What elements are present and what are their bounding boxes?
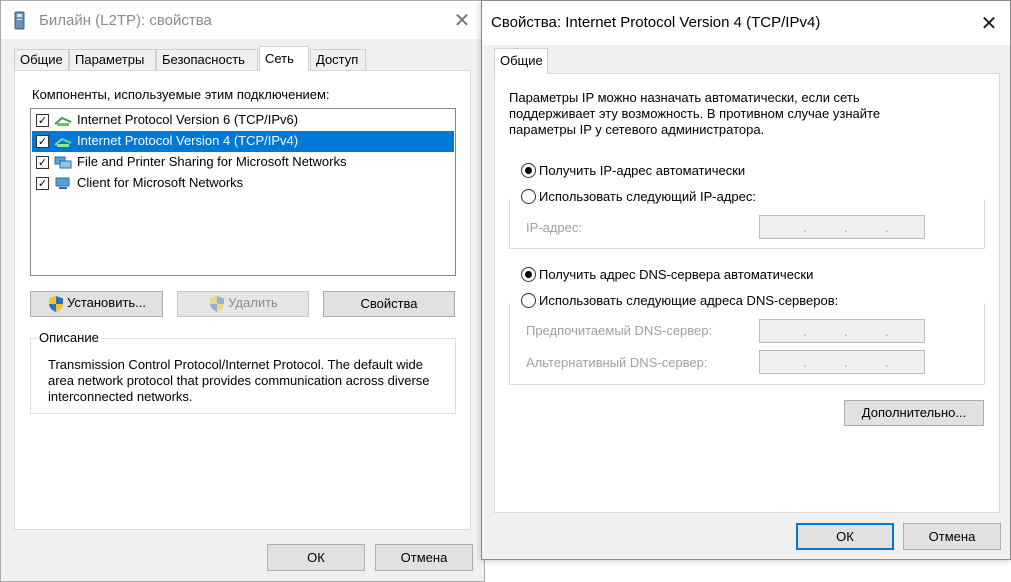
title-bar[interactable]: Билайн (L2TP): свойства ✕: [1, 1, 484, 39]
radio-button[interactable]: [521, 267, 536, 282]
components-list[interactable]: ✓ Internet Protocol Version 6 (TCP/IPv6)…: [30, 108, 456, 276]
item-label: Internet Protocol Version 6 (TCP/IPv6): [77, 112, 299, 127]
tab-security[interactable]: Безопасность: [156, 49, 258, 71]
tab-strip: Общие Параметры Безопасность Сеть Доступ: [14, 46, 474, 72]
ok-button[interactable]: ОК: [267, 544, 365, 571]
title-bar[interactable]: Свойства: Internet Protocol Version 4 (T…: [482, 1, 1010, 45]
install-button-label: Установить...: [66, 295, 147, 310]
preferred-dns-label: Предпочитаемый DNS-сервер:: [526, 323, 713, 338]
ip-address-input[interactable]: ...: [759, 215, 925, 239]
description-title: Описание: [36, 330, 102, 345]
properties-button[interactable]: Свойства: [323, 291, 455, 317]
ip-auto-label: Получить IP-адрес автоматически: [539, 163, 746, 178]
list-item[interactable]: ✓ Client for Microsoft Networks: [32, 173, 454, 194]
window-title: Свойства: Internet Protocol Version 4 (T…: [491, 14, 821, 31]
radio-button[interactable]: [521, 163, 536, 178]
network-service-icon: [54, 156, 72, 169]
tab-general[interactable]: Общие: [494, 48, 548, 74]
network-connection-icon: [14, 11, 25, 30]
list-item[interactable]: ✓ Internet Protocol Version 6 (TCP/IPv6): [32, 110, 454, 131]
ip-address-label: IP-адрес:: [526, 220, 582, 235]
network-protocol-icon: [54, 137, 72, 147]
uac-shield-icon: [48, 295, 63, 312]
item-label: Internet Protocol Version 4 (TCP/IPv4): [77, 133, 299, 148]
checkbox[interactable]: ✓: [36, 135, 49, 148]
close-icon[interactable]: ✕: [979, 13, 999, 33]
advanced-button[interactable]: Дополнительно...: [844, 400, 984, 426]
close-icon[interactable]: ✕: [452, 10, 472, 30]
remove-button-label: Удалить: [228, 295, 278, 310]
tab-options[interactable]: Параметры: [69, 49, 156, 71]
intro-text: Параметры IP можно назначать автоматичес…: [509, 90, 881, 137]
dns-auto-radio[interactable]: Получить адрес DNS-сервера автоматически: [521, 267, 813, 282]
description-text: Transmission Control Protocol/Internet P…: [48, 357, 430, 404]
alternate-dns-label: Альтернативный DNS-сервер:: [526, 355, 708, 370]
preferred-dns-input[interactable]: ...: [759, 319, 925, 343]
dns-auto-label: Получить адрес DNS-сервера автоматически: [539, 267, 814, 282]
tab-sharing[interactable]: Доступ: [310, 49, 366, 71]
remove-button[interactable]: Удалить: [177, 291, 309, 317]
checkbox[interactable]: ✓: [36, 177, 49, 190]
tab-strip: Общие: [494, 48, 694, 74]
network-client-icon: [55, 177, 70, 189]
tab-network[interactable]: Сеть: [259, 46, 309, 72]
uac-shield-icon: [210, 295, 225, 312]
ok-button[interactable]: ОК: [796, 523, 894, 550]
ipv4-properties-window: Свойства: Internet Protocol Version 4 (T…: [481, 0, 1011, 560]
window-title: Билайн (L2TP): свойства: [39, 12, 212, 29]
list-item[interactable]: ✓ Internet Protocol Version 4 (TCP/IPv4): [32, 131, 454, 152]
checkbox[interactable]: ✓: [36, 114, 49, 127]
network-protocol-icon: [54, 116, 72, 126]
list-item[interactable]: ✓ File and Printer Sharing for Microsoft…: [32, 152, 454, 173]
components-label: Компоненты, используемые этим подключени…: [32, 87, 330, 102]
item-label: Client for Microsoft Networks: [77, 175, 244, 190]
tab-general[interactable]: Общие: [14, 49, 69, 71]
cancel-button[interactable]: Отмена: [375, 544, 473, 571]
ip-auto-radio[interactable]: Получить IP-адрес автоматически: [521, 163, 745, 178]
item-label: File and Printer Sharing for Microsoft N…: [77, 154, 347, 169]
checkbox[interactable]: ✓: [36, 156, 49, 169]
alternate-dns-input[interactable]: ...: [759, 350, 925, 374]
install-button[interactable]: Установить...: [30, 291, 163, 317]
cancel-button[interactable]: Отмена: [903, 523, 1001, 550]
